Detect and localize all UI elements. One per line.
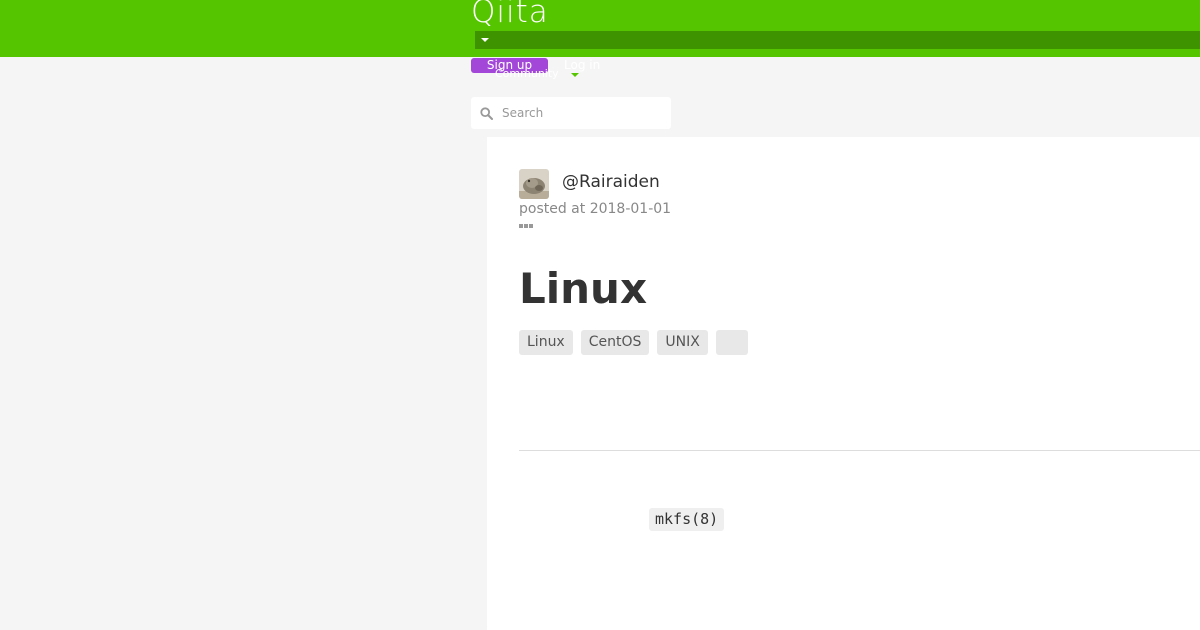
community-menu-label[interactable]: Community (495, 67, 559, 81)
user-avatar-icon (519, 169, 549, 199)
tag-unix[interactable]: UNIX (657, 330, 708, 355)
article-card: @Rairaiden posted at 2018-01-01 Linux Li… (487, 137, 1200, 630)
tag-linux[interactable]: Linux (519, 330, 573, 355)
site-header: Qiita (0, 0, 1200, 57)
tag-centos[interactable]: CentOS (580, 330, 650, 355)
qiita-logo[interactable]: Qiita (471, 0, 549, 32)
search-input[interactable] (502, 97, 662, 129)
posted-date: posted at 2018-01-01 (519, 201, 672, 217)
nav-bar[interactable] (475, 31, 1200, 49)
more-options-icon[interactable] (519, 224, 535, 230)
article-title: Linux (519, 264, 648, 313)
search-box[interactable] (471, 97, 671, 129)
search-icon (480, 107, 493, 120)
tag-list: Linux CentOS UNIX (519, 330, 748, 355)
community-chevron-down-icon[interactable] (571, 73, 579, 77)
author-name-link[interactable]: @Rairaiden (562, 171, 660, 193)
login-link[interactable]: Log in (564, 58, 600, 73)
author-avatar[interactable] (519, 169, 549, 199)
tag-empty[interactable] (715, 330, 748, 355)
content-divider (519, 450, 1200, 451)
inline-code: mkfs(8) (649, 508, 725, 531)
caret-down-icon[interactable] (481, 38, 489, 42)
